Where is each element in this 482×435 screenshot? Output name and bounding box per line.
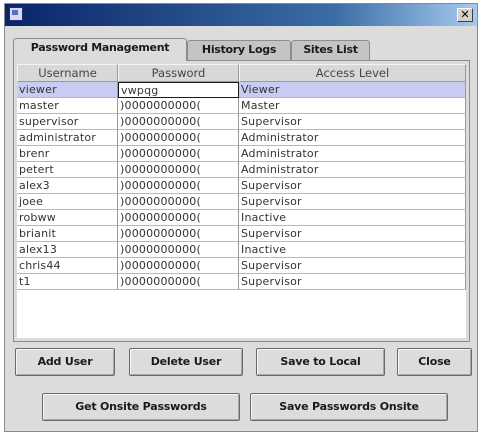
password-cell[interactable]: vwpqg: [118, 82, 239, 98]
table-row[interactable]: administrator)0000000000(Administrator: [17, 130, 466, 146]
password-cell[interactable]: )0000000000(: [118, 146, 239, 162]
password-cell[interactable]: )0000000000(: [118, 130, 239, 146]
username-cell[interactable]: master: [17, 98, 118, 114]
access-level-cell[interactable]: Supervisor: [239, 258, 466, 274]
table-row[interactable]: petert)0000000000(Administrator: [17, 162, 466, 178]
table-row[interactable]: master)0000000000(Master: [17, 98, 466, 114]
username-cell[interactable]: alex3: [17, 178, 118, 194]
username-cell[interactable]: administrator: [17, 130, 118, 146]
password-cell[interactable]: )0000000000(: [118, 162, 239, 178]
save-passwords-onsite-button[interactable]: Save Passwords Onsite: [250, 393, 448, 421]
access-level-cell[interactable]: Inactive: [239, 242, 466, 258]
password-cell[interactable]: )0000000000(: [118, 178, 239, 194]
table-row[interactable]: alex3)0000000000(Supervisor: [17, 178, 466, 194]
password-cell[interactable]: )0000000000(: [118, 98, 239, 114]
java-app-icon: [9, 7, 23, 21]
access-level-cell[interactable]: Administrator: [239, 146, 466, 162]
password-cell[interactable]: )0000000000(: [118, 242, 239, 258]
username-cell[interactable]: chris44: [17, 258, 118, 274]
access-level-cell[interactable]: Supervisor: [239, 194, 466, 210]
password-cell[interactable]: )0000000000(: [118, 274, 239, 290]
table-row[interactable]: brianit)0000000000(Supervisor: [17, 226, 466, 242]
password-cell[interactable]: )0000000000(: [118, 114, 239, 130]
table-row[interactable]: supervisor)0000000000(Supervisor: [17, 114, 466, 130]
close-window-icon[interactable]: ✕: [457, 8, 473, 22]
table-body: viewer vwpqg Viewer master)0000000000(Maste…: [17, 82, 466, 290]
username-cell[interactable]: petert: [17, 162, 118, 178]
access-level-cell[interactable]: Administrator: [239, 130, 466, 146]
username-cell[interactable]: brianit: [17, 226, 118, 242]
table-row[interactable]: t1)0000000000(Supervisor: [17, 274, 466, 290]
add-user-button[interactable]: Add User: [15, 348, 115, 376]
delete-user-button[interactable]: Delete User: [129, 348, 243, 376]
password-cell[interactable]: )0000000000(: [118, 210, 239, 226]
title-bar[interactable]: ✕: [5, 4, 477, 26]
access-level-cell[interactable]: Supervisor: [239, 274, 466, 290]
column-header-password[interactable]: Password: [118, 64, 239, 82]
table-row[interactable]: joee)0000000000(Supervisor: [17, 194, 466, 210]
username-cell[interactable]: brenr: [17, 146, 118, 162]
access-level-cell[interactable]: Supervisor: [239, 226, 466, 242]
save-to-local-button[interactable]: Save to Local: [256, 348, 385, 376]
username-cell[interactable]: alex13: [17, 242, 118, 258]
password-management-panel: Username Password Access Level viewer vwp…: [13, 60, 470, 342]
table-row[interactable]: brenr)0000000000(Administrator: [17, 146, 466, 162]
password-cell[interactable]: )0000000000(: [118, 226, 239, 242]
tab-sites-list[interactable]: Sites List: [291, 40, 370, 60]
password-cell[interactable]: )0000000000(: [118, 258, 239, 274]
tab-history-logs[interactable]: History Logs: [187, 40, 291, 60]
table-header: Username Password Access Level: [17, 64, 466, 82]
table-row[interactable]: alex13)0000000000(Inactive: [17, 242, 466, 258]
username-cell[interactable]: t1: [17, 274, 118, 290]
access-level-cell[interactable]: Supervisor: [239, 178, 466, 194]
username-cell[interactable]: supervisor: [17, 114, 118, 130]
column-header-username[interactable]: Username: [17, 64, 118, 82]
password-cell[interactable]: )0000000000(: [118, 194, 239, 210]
column-header-access-level[interactable]: Access Level: [239, 64, 466, 82]
access-level-cell[interactable]: Master: [239, 98, 466, 114]
table-row[interactable]: viewer vwpqg Viewer: [17, 82, 466, 98]
table-row[interactable]: chris44)0000000000(Supervisor: [17, 258, 466, 274]
access-level-cell[interactable]: Inactive: [239, 210, 466, 226]
access-level-cell[interactable]: Viewer: [239, 82, 466, 98]
table-row[interactable]: robww)0000000000(Inactive: [17, 210, 466, 226]
username-cell[interactable]: robww: [17, 210, 118, 226]
username-cell[interactable]: viewer: [17, 82, 118, 98]
close-button[interactable]: Close: [397, 348, 472, 376]
password-manager-window: ✕ Password Management History Logs Sites…: [4, 3, 478, 432]
username-cell[interactable]: joee: [17, 194, 118, 210]
access-level-cell[interactable]: Supervisor: [239, 114, 466, 130]
access-level-cell[interactable]: Administrator: [239, 162, 466, 178]
tab-password-management[interactable]: Password Management: [13, 38, 187, 61]
get-onsite-passwords-button[interactable]: Get Onsite Passwords: [42, 393, 240, 421]
users-table[interactable]: Username Password Access Level viewer vwp…: [17, 64, 466, 338]
